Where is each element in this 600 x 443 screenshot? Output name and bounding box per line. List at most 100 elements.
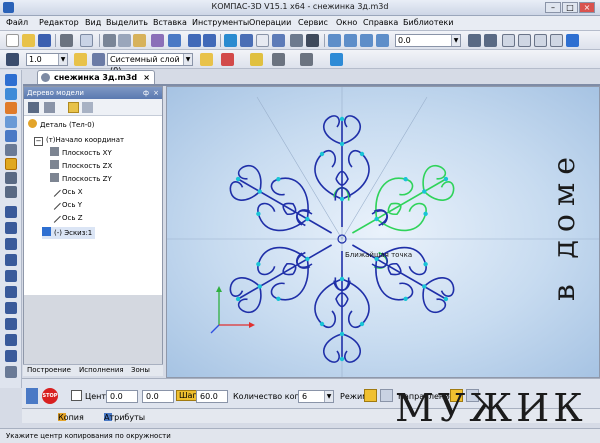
color-icon[interactable] — [330, 53, 343, 66]
spring-icon[interactable] — [5, 318, 17, 330]
hide-icon[interactable] — [5, 366, 17, 378]
mode-circle-icon[interactable] — [364, 389, 377, 402]
menu-file[interactable]: Файл — [6, 18, 28, 27]
close-panel-icon[interactable]: × — [153, 87, 159, 99]
pointer-help-icon[interactable] — [306, 34, 319, 47]
curves-icon[interactable] — [5, 88, 17, 100]
menu-libraries[interactable]: Библиотеки — [403, 18, 453, 27]
model-viewport[interactable]: Ближайшая точка в доме — [166, 86, 600, 378]
arrays-icon[interactable] — [5, 116, 17, 128]
zoom-combo[interactable]: 0.0 ▼ — [395, 34, 461, 47]
copies-field[interactable]: 6 ▼ — [298, 390, 334, 403]
zoom-window-icon[interactable] — [328, 34, 341, 47]
tree-node-origin[interactable]: − (т)Начало координат — [34, 134, 124, 146]
snowflake-sketch[interactable]: Ближайшая точка — [167, 87, 600, 378]
selection-filter-icon[interactable] — [290, 34, 303, 47]
preview-icon[interactable] — [80, 34, 93, 47]
print-icon[interactable] — [60, 34, 73, 47]
constraints-icon[interactable] — [5, 350, 17, 362]
close-button[interactable]: × — [579, 2, 595, 13]
dimensions-icon[interactable] — [5, 144, 17, 156]
tree-node-part[interactable]: Деталь (Тел-0) — [28, 119, 94, 131]
style-icon[interactable] — [221, 53, 234, 66]
format-brush-icon[interactable] — [151, 34, 164, 47]
layer-icon[interactable] — [92, 53, 105, 66]
tab-zones[interactable]: Зоны — [131, 366, 150, 374]
menu-select[interactable]: Выделить — [106, 18, 148, 27]
hidden-lines-icon[interactable] — [534, 34, 547, 47]
tree-node-axis-x[interactable]: Ось X — [48, 184, 83, 198]
local-cs-icon[interactable] — [6, 53, 19, 66]
menu-tools[interactable]: Инструменты — [192, 18, 249, 27]
library-icon[interactable] — [272, 34, 285, 47]
minimize-button[interactable]: – — [545, 2, 561, 13]
tree-node-plane-zy[interactable]: Плоскость ZY — [50, 173, 112, 185]
geometry-icon[interactable] — [5, 74, 17, 86]
menu-help[interactable]: Справка — [363, 18, 398, 27]
zoom-out-icon[interactable] — [360, 34, 373, 47]
menu-view[interactable]: Вид — [85, 18, 101, 27]
copy-icon[interactable] — [118, 34, 131, 47]
function-icon[interactable] — [256, 34, 269, 47]
save-icon[interactable] — [38, 34, 51, 47]
reports-icon[interactable] — [5, 222, 17, 234]
undo-icon[interactable] — [188, 34, 201, 47]
edit-sketch-icon[interactable] — [5, 158, 17, 170]
snap-icon[interactable] — [74, 53, 87, 66]
wireframe-icon[interactable] — [518, 34, 531, 47]
tree-node-plane-zx[interactable]: Плоскость ZX — [50, 160, 112, 172]
parameterization-icon[interactable] — [250, 53, 263, 66]
library-tools-icon[interactable] — [5, 334, 17, 346]
mode-arc-icon[interactable] — [380, 389, 393, 402]
pin-icon[interactable]: ф — [143, 87, 149, 99]
zoom-fit-icon[interactable] — [376, 34, 389, 47]
zoom-in-icon[interactable] — [344, 34, 357, 47]
paste-icon[interactable] — [133, 34, 146, 47]
auxiliary-geometry-icon[interactable] — [5, 130, 17, 142]
step-field[interactable]: 60.0 — [196, 390, 228, 403]
menu-insert[interactable]: Вставка — [153, 18, 187, 27]
surfaces-icon[interactable] — [5, 102, 17, 114]
center-x-field[interactable]: 0.0 — [106, 390, 138, 403]
redo-icon[interactable] — [203, 34, 216, 47]
tree-node-sketch[interactable]: (-) Эскиз:1 — [42, 227, 96, 239]
new-document-icon[interactable] — [6, 34, 19, 47]
tree-node-plane-xy[interactable]: Плоскость XY — [50, 147, 112, 159]
stop-button[interactable]: STOP — [42, 388, 58, 404]
center-y-field[interactable]: 0.0 — [142, 390, 174, 403]
menu-window[interactable]: Окно — [336, 18, 357, 27]
grid-icon[interactable] — [272, 53, 285, 66]
rotate-icon[interactable] — [468, 34, 481, 47]
line-scale-combo[interactable]: 1.0 ▼ — [26, 53, 68, 66]
cut-icon[interactable] — [103, 34, 116, 47]
measure-icon[interactable] — [5, 172, 17, 184]
tree-sort-icon[interactable] — [28, 102, 39, 113]
center-checkbox[interactable] — [71, 390, 82, 401]
view-orientation-icon[interactable] — [502, 34, 515, 47]
filters-icon[interactable] — [5, 186, 17, 198]
shaded-icon[interactable] — [566, 34, 579, 47]
tree-view-icon[interactable] — [82, 102, 93, 113]
maximize-button[interactable]: □ — [562, 2, 578, 13]
tab-variants[interactable]: Исполнения — [79, 366, 124, 374]
ortho-icon[interactable] — [200, 53, 213, 66]
tree-node-axis-z[interactable]: Ось Z — [48, 210, 83, 224]
close-tab-icon[interactable]: × — [143, 71, 150, 84]
manager-icon[interactable] — [224, 34, 237, 47]
open-folder-icon[interactable] — [22, 34, 35, 47]
cable-icon[interactable] — [5, 302, 17, 314]
round-icon[interactable] — [300, 53, 313, 66]
collapse-icon[interactable]: − — [34, 137, 43, 146]
menu-editor[interactable]: Редактор — [39, 18, 79, 27]
specification-icon[interactable] — [5, 206, 17, 218]
menu-service[interactable]: Сервис — [298, 18, 328, 27]
halftone-icon[interactable] — [550, 34, 563, 47]
elements-icon[interactable] — [5, 238, 17, 250]
tree-build-order-icon[interactable] — [68, 102, 79, 113]
panel-pin-icon[interactable] — [26, 388, 38, 404]
layer-combo[interactable]: Системный слой (0) ▼ — [107, 53, 193, 75]
document-tab[interactable]: снежинка 3д.m3d × — [37, 70, 155, 84]
properties-icon[interactable] — [168, 34, 181, 47]
tree-node-axis-y[interactable]: Ось Y — [48, 197, 82, 211]
tree-structure-icon[interactable] — [44, 102, 55, 113]
